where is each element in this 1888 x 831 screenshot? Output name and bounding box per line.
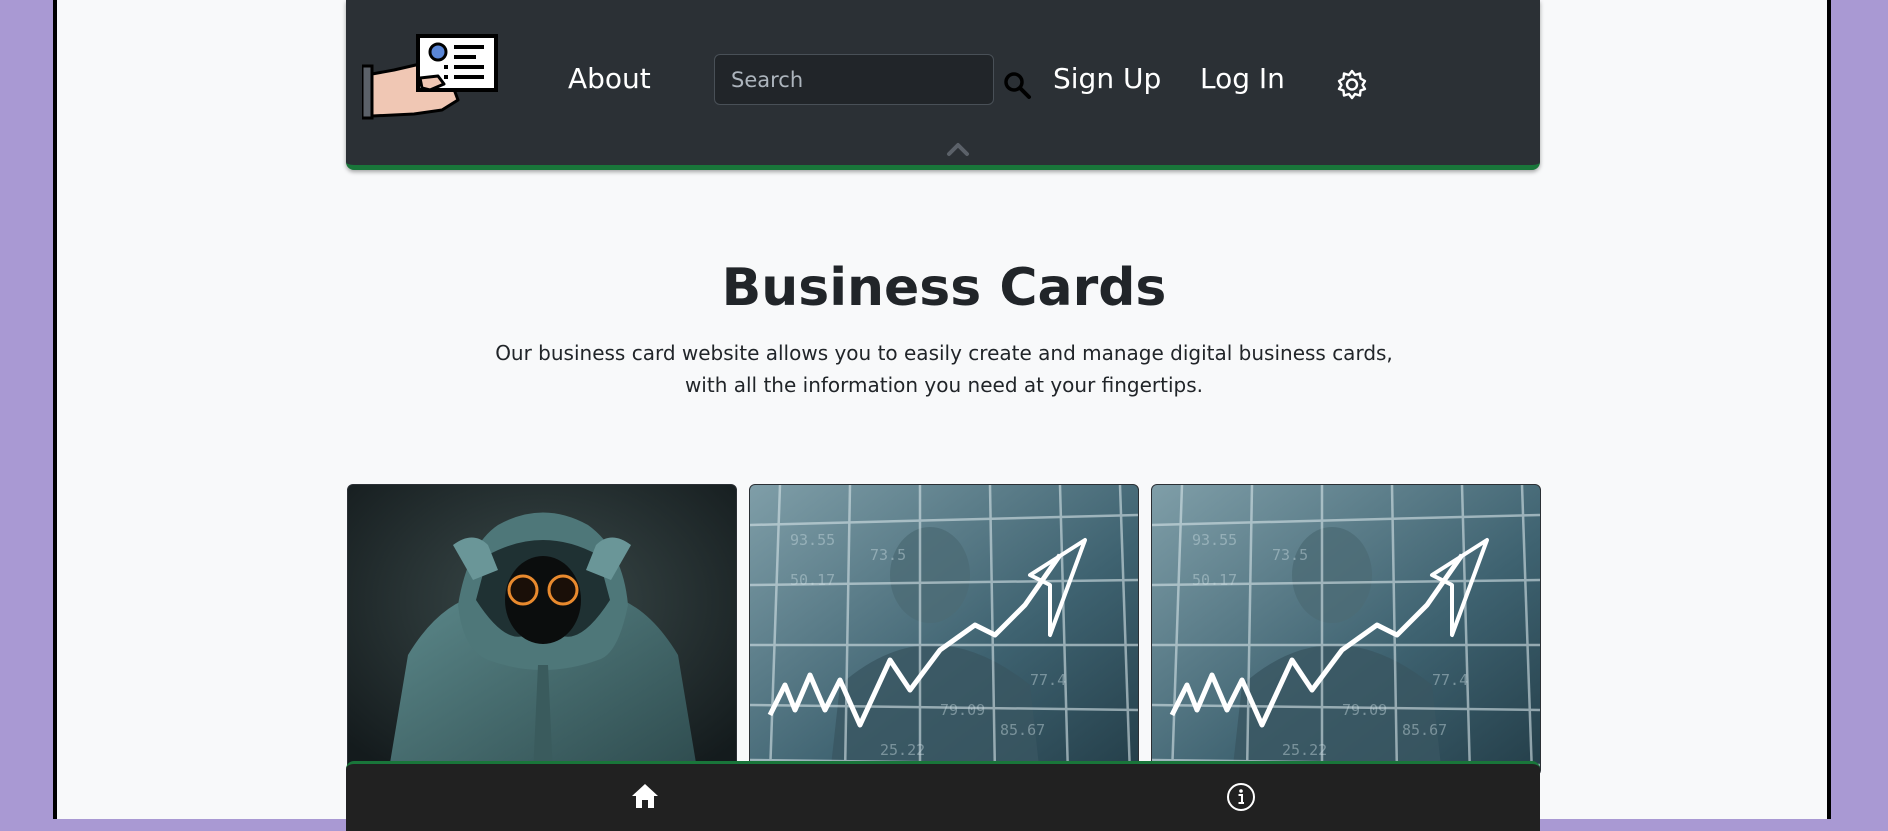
hooded-figure-image [348, 485, 736, 775]
nav-about-link[interactable]: About [568, 62, 651, 95]
svg-text:25.22: 25.22 [1282, 741, 1327, 759]
svg-text:79.09: 79.09 [1342, 701, 1387, 719]
svg-text:77.4: 77.4 [1030, 671, 1066, 689]
business-card-1[interactable] [347, 484, 737, 776]
svg-text:73.5: 73.5 [870, 546, 906, 564]
page-subtitle: Our business card website allows you to … [494, 337, 1394, 401]
footer-bar [346, 761, 1540, 831]
svg-text:85.67: 85.67 [1000, 721, 1045, 739]
svg-text:79.09: 79.09 [940, 701, 985, 719]
stock-chart-image: 93.55 73.5 50.17 79.09 85.67 25.22 77.4 [1152, 485, 1540, 775]
home-icon[interactable] [630, 782, 660, 810]
subtitle-line-1: Our business card website allows you to … [495, 341, 1393, 365]
nav-login-link[interactable]: Log In [1200, 62, 1285, 95]
svg-text:73.5: 73.5 [1272, 546, 1308, 564]
svg-text:93.55: 93.55 [790, 531, 835, 549]
search-icon[interactable] [1002, 70, 1032, 100]
svg-text:85.67: 85.67 [1402, 721, 1447, 739]
svg-text:77.4: 77.4 [1432, 671, 1468, 689]
gear-icon[interactable] [1336, 68, 1368, 100]
business-card-hand-icon[interactable] [362, 30, 502, 126]
svg-text:50.17: 50.17 [1192, 571, 1237, 589]
page-title: Business Cards [721, 258, 1167, 318]
business-card-3[interactable]: 93.55 73.5 50.17 79.09 85.67 25.22 77.4 [1151, 484, 1541, 776]
business-card-2[interactable]: 93.55 73.5 50.17 79.09 85.67 25.22 77.4 [749, 484, 1139, 776]
nav-signup-link[interactable]: Sign Up [1053, 62, 1161, 95]
chevron-up-icon[interactable] [946, 141, 970, 157]
search-input[interactable] [714, 54, 994, 105]
svg-text:25.22: 25.22 [880, 741, 925, 759]
svg-text:93.55: 93.55 [1192, 531, 1237, 549]
navbar: About Sign Up Log In [346, 0, 1540, 170]
subtitle-line-2: with all the information you need at you… [684, 373, 1204, 397]
svg-text:50.17: 50.17 [790, 571, 835, 589]
stock-chart-image: 93.55 73.5 50.17 79.09 85.67 25.22 77.4 [750, 485, 1138, 775]
info-icon[interactable] [1226, 782, 1256, 812]
